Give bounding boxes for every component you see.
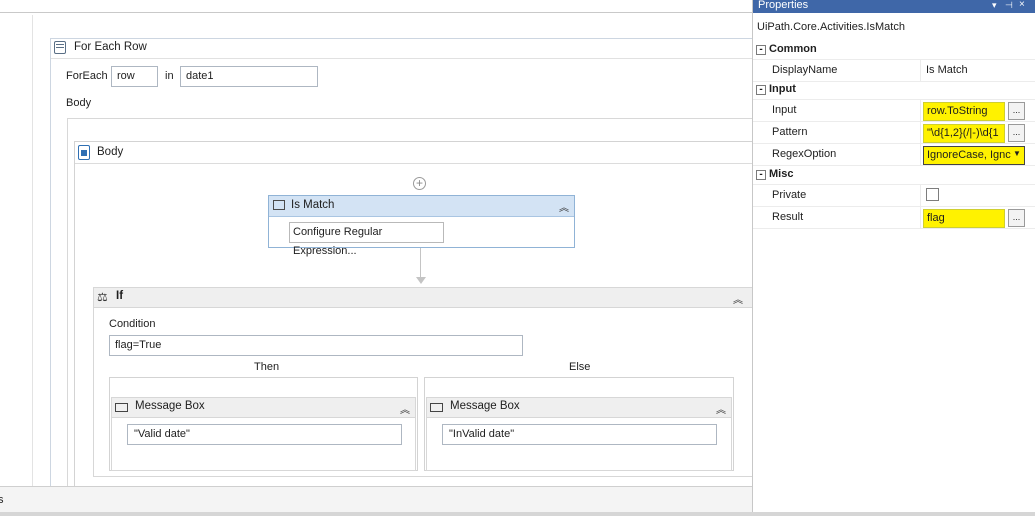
properties-panel: Properties ▾ ⊣ × UiPath.Core.Activities.… <box>752 0 1035 512</box>
private-label: Private <box>772 189 807 201</box>
workflow-designer: For Each Row ForEach row in date1 Body B… <box>0 0 753 487</box>
sequence-icon-inner <box>81 150 87 156</box>
property-grid: - Common DisplayName Is Match - Input In… <box>753 40 1035 230</box>
is-match-title: Is Match <box>291 199 335 211</box>
sequence-title: Body <box>97 146 124 158</box>
foreach-body-label: Body <box>66 97 92 109</box>
column-separator <box>920 144 921 166</box>
collapse-toggle-icon[interactable]: - <box>756 85 766 95</box>
pattern-value-field[interactable]: "\d{1,2}(/|-)\d{1 <box>923 124 1005 143</box>
connector-line <box>420 248 421 278</box>
category-common[interactable]: - Common <box>753 40 1035 60</box>
collapse-toggle-icon[interactable]: - <box>756 45 766 55</box>
bottom-border <box>0 512 1035 516</box>
column-separator <box>920 60 921 82</box>
sequence-header[interactable]: Body <box>75 142 753 164</box>
column-separator <box>920 100 921 122</box>
result-value-field[interactable]: flag <box>923 209 1005 228</box>
if-activity[interactable]: ⚖ If ︽ Condition flag=True Then Else Mes… <box>93 287 753 477</box>
close-icon[interactable]: × <box>1019 0 1025 10</box>
input-label: Input <box>772 104 797 116</box>
for-each-row-header[interactable]: For Each Row <box>51 39 753 59</box>
designer-top-border <box>0 12 752 15</box>
category-input-label: Input <box>769 83 796 95</box>
category-input[interactable]: - Input <box>753 82 1035 100</box>
if-header[interactable]: ⚖ If ︽ <box>94 288 753 308</box>
foreach-label: ForEach <box>66 70 108 82</box>
connector-arrow-icon <box>416 277 426 284</box>
collapse-chevron-icon[interactable]: ︽ <box>733 291 743 306</box>
left-guide-line <box>32 15 33 486</box>
collapse-toggle-icon[interactable]: - <box>756 170 766 180</box>
envelope-icon <box>430 403 443 412</box>
category-common-label: Common <box>769 43 817 55</box>
if-icon: ⚖ <box>97 290 108 304</box>
collapse-chevron-icon[interactable]: ︽ <box>716 401 726 416</box>
for-each-row-icon-line <box>56 44 64 45</box>
property-row-result[interactable]: Result flag ... <box>753 207 1035 229</box>
envelope-icon <box>115 403 128 412</box>
then-message-box-title: Message Box <box>135 400 205 412</box>
property-row-displayname[interactable]: DisplayName Is Match <box>753 60 1035 82</box>
foreach-collection-field[interactable]: date1 <box>180 66 318 87</box>
else-message-text-field[interactable]: "InValid date" <box>442 424 717 445</box>
else-message-box-header[interactable]: Message Box ︽ <box>427 398 731 418</box>
input-value-field[interactable]: row.ToString <box>923 102 1005 121</box>
column-separator <box>920 122 921 144</box>
foreach-item-field[interactable]: row <box>111 66 158 87</box>
properties-title-bar[interactable]: Properties ▾ ⊣ × <box>753 0 1035 13</box>
regexoption-label: RegexOption <box>772 148 837 160</box>
category-misc[interactable]: - Misc <box>753 166 1035 185</box>
then-message-text-field[interactable]: "Valid date" <box>127 424 402 445</box>
property-row-input[interactable]: Input row.ToString ... <box>753 100 1035 122</box>
for-each-row-icon-line2 <box>56 47 64 48</box>
result-ellipsis-button[interactable]: ... <box>1008 209 1025 227</box>
then-message-box-activity[interactable]: Message Box ︽ "Valid date" <box>111 397 416 471</box>
result-label: Result <box>772 211 804 223</box>
then-label: Then <box>254 361 280 373</box>
collapse-chevron-icon[interactable]: ︽ <box>400 401 410 416</box>
for-each-row-title: For Each Row <box>74 41 147 53</box>
displayname-label: DisplayName <box>772 64 838 76</box>
else-label: Else <box>569 361 591 373</box>
activity-type-label: UiPath.Core.Activities.IsMatch <box>757 21 905 33</box>
property-row-pattern[interactable]: Pattern "\d{1,2}(/|-)\d{1 ... <box>753 122 1035 144</box>
regexoption-select[interactable]: IgnoreCase, Ignc <box>923 146 1025 165</box>
else-panel[interactable]: Message Box ︽ "InValid date" <box>424 377 734 471</box>
if-title: If <box>116 290 124 302</box>
configure-regex-button[interactable]: Configure Regular Expression... <box>289 222 444 257</box>
category-misc-label: Misc <box>769 168 794 180</box>
else-message-box-activity[interactable]: Message Box ︽ "InValid date" <box>426 397 732 471</box>
column-separator <box>920 207 921 229</box>
is-match-header[interactable]: Is Match ︽ <box>269 196 574 217</box>
private-checkbox[interactable] <box>926 188 939 201</box>
condition-field[interactable]: flag=True <box>109 335 523 356</box>
property-row-regexoption[interactable]: RegexOption IgnoreCase, Ignc ▼ <box>753 144 1035 166</box>
pattern-label: Pattern <box>772 126 808 138</box>
collapse-chevron-icon[interactable]: ︽ <box>559 199 569 214</box>
then-panel[interactable]: Message Box ︽ "Valid date" <box>109 377 418 471</box>
displayname-value[interactable]: Is Match <box>923 62 1008 81</box>
pin-icon[interactable]: ⊣ <box>1005 0 1013 11</box>
then-message-box-header[interactable]: Message Box ︽ <box>112 398 415 418</box>
properties-title: Properties <box>758 0 809 11</box>
in-label: in <box>165 70 174 82</box>
add-activity-plus-icon[interactable]: + <box>413 177 426 190</box>
is-match-icon <box>273 200 285 210</box>
pattern-ellipsis-button[interactable]: ... <box>1008 124 1025 142</box>
dropdown-arrow-icon[interactable]: ▾ <box>992 0 997 11</box>
is-match-activity[interactable]: Is Match ︽ Configure Regular Expression.… <box>268 195 575 257</box>
column-separator <box>920 185 921 207</box>
status-bar-text: s <box>0 494 4 506</box>
chevron-down-icon[interactable]: ▼ <box>1013 149 1021 158</box>
else-message-box-title: Message Box <box>450 400 520 412</box>
input-ellipsis-button[interactable]: ... <box>1008 102 1025 120</box>
property-row-private[interactable]: Private <box>753 185 1035 207</box>
condition-label: Condition <box>109 318 156 330</box>
